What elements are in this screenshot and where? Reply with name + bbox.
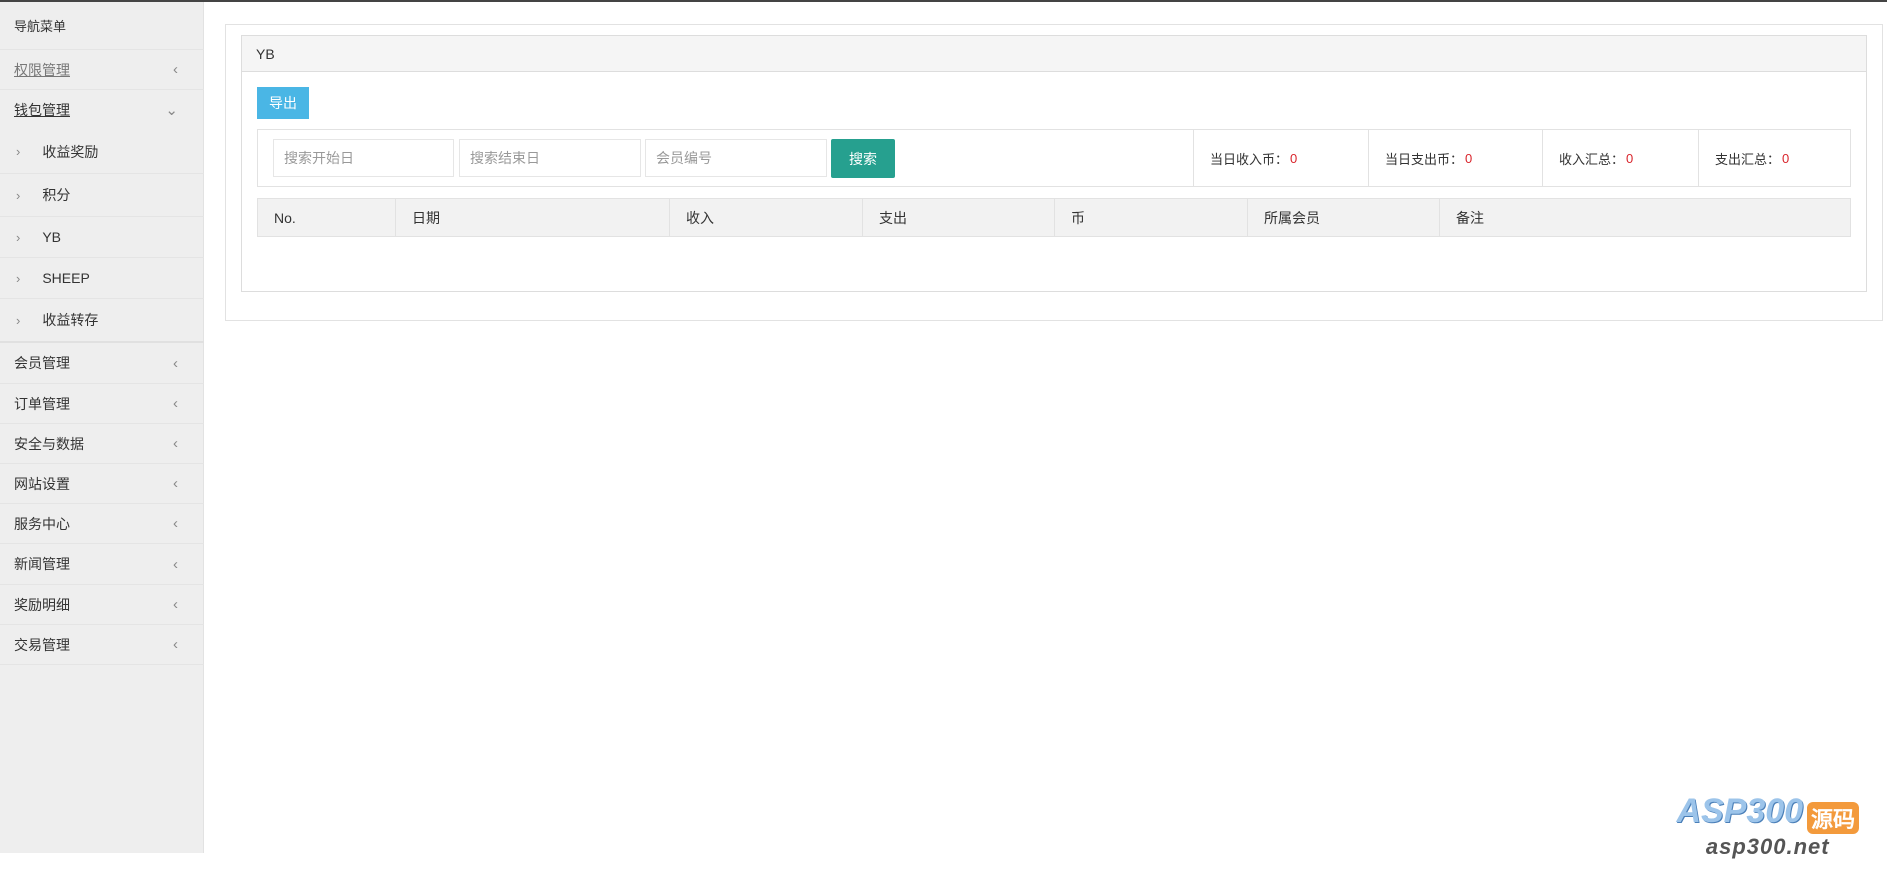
sidebar: 导航菜单 权限管理 ‹ 钱包管理 ⌄ › 收益奖励 › 积分 › YB › SHEEP › 收… <box>0 2 204 853</box>
sidebar-item-label: 钱包管理 <box>14 102 70 118</box>
sidebar-subitem-sheep[interactable]: › SHEEP <box>0 258 204 299</box>
sidebar-item-members[interactable]: 会员管理 ‹ <box>0 343 204 384</box>
stat-today-expense: 当日支出币： 0 <box>1368 129 1542 187</box>
sidebar-item-rewards[interactable]: 奖励明细 ‹ <box>0 585 204 625</box>
stat-value: 0 <box>1782 150 1790 166</box>
export-button[interactable]: 导出 <box>257 87 309 119</box>
sidebar-subitem-label: 收益奖励 <box>42 143 99 160</box>
stat-value: 0 <box>1290 150 1298 166</box>
stat-income-total: 收入汇总： 0 <box>1542 129 1698 187</box>
chevron-right-icon: › <box>16 270 21 286</box>
stat-label: 支出汇总： <box>1715 151 1781 167</box>
watermark-logo-text: ASP300 <box>1676 791 1804 830</box>
chevron-left-icon: ‹ <box>173 636 178 653</box>
search-button[interactable]: 搜索 <box>831 139 895 178</box>
watermark-url: asp300.net <box>1705 834 1830 859</box>
chevron-right-icon: › <box>16 144 21 159</box>
watermark-logo: ASP300 源码 asp300.net <box>1676 792 1859 860</box>
stat-value: 0 <box>1626 150 1634 166</box>
sidebar-subitem-label: 收益转存 <box>42 312 99 328</box>
stat-today-income: 当日收入币： 0 <box>1193 129 1368 187</box>
sidebar-item-trading[interactable]: 交易管理 ‹ <box>0 625 204 665</box>
sidebar-item-label: 新闻管理 <box>14 556 70 572</box>
sidebar-title: 导航菜单 <box>0 2 204 50</box>
sidebar-item-wallet[interactable]: 钱包管理 ⌄ <box>0 90 204 130</box>
sidebar-subitem-label: 积分 <box>42 187 71 203</box>
sidebar-subitem-earnings[interactable]: › 收益奖励 <box>0 130 204 174</box>
sidebar-subitem-yb[interactable]: › YB <box>0 217 204 258</box>
sidebar-item-label: 订单管理 <box>14 395 70 412</box>
chevron-right-icon: › <box>16 229 21 245</box>
column-expense: 支出 <box>863 199 1055 236</box>
watermark-tag: 源码 <box>1806 802 1859 834</box>
sidebar-item-security[interactable]: 安全与数据 ‹ <box>0 424 204 464</box>
stat-expense-total: 支出汇总： 0 <box>1698 129 1851 187</box>
sidebar-subitem-transfer[interactable]: › 收益转存 <box>0 299 204 343</box>
chevron-down-icon: ⌄ <box>165 102 178 119</box>
start-date-input[interactable]: 搜索开始日 <box>273 139 454 177</box>
sidebar-subitem-label: YB <box>42 229 62 245</box>
panel-title: YB <box>241 35 1867 72</box>
sidebar-subitem-label: SHEEP <box>42 270 90 286</box>
chevron-left-icon: ‹ <box>173 515 178 532</box>
sidebar-item-news[interactable]: 新闻管理 ‹ <box>0 544 204 585</box>
column-date: 日期 <box>396 199 670 236</box>
chevron-left-icon: ‹ <box>173 555 178 573</box>
member-id-input[interactable]: 会员编号 <box>645 139 827 177</box>
stat-value: 0 <box>1465 150 1473 166</box>
chevron-left-icon: ‹ <box>173 596 178 613</box>
sidebar-item-label: 网站设置 <box>14 475 70 492</box>
sidebar-item-service[interactable]: 服务中心 ‹ <box>0 504 204 544</box>
chevron-left-icon: ‹ <box>173 61 178 78</box>
sidebar-item-label: 服务中心 <box>14 515 70 532</box>
sidebar-item-label: 权限管理 <box>14 61 70 78</box>
sidebar-item-label: 交易管理 <box>14 636 70 653</box>
chevron-right-icon: › <box>16 312 21 328</box>
sidebar-item-label: 奖励明细 <box>14 596 70 613</box>
column-member: 所属会员 <box>1248 199 1440 236</box>
sidebar-item-label: 会员管理 <box>14 355 70 371</box>
sidebar-item-permissions[interactable]: 权限管理 ‹ <box>0 50 204 90</box>
stat-label: 收入汇总： <box>1559 151 1625 167</box>
table-header: No. 日期 收入 支出 币 所属会员 备注 <box>257 198 1851 237</box>
chevron-left-icon: ‹ <box>173 475 178 492</box>
column-income: 收入 <box>670 199 863 236</box>
sidebar-item-orders[interactable]: 订单管理 ‹ <box>0 384 204 424</box>
chevron-left-icon: ‹ <box>173 354 178 372</box>
stat-label: 当日收入币： <box>1210 151 1289 167</box>
chevron-left-icon: ‹ <box>173 435 178 452</box>
end-date-input[interactable]: 搜索结束日 <box>459 139 641 177</box>
stat-label: 当日支出币： <box>1385 151 1464 167</box>
sidebar-subitem-points[interactable]: › 积分 <box>0 174 204 217</box>
column-remark: 备注 <box>1456 209 1484 226</box>
column-coin: 币 <box>1055 199 1248 236</box>
chevron-right-icon: › <box>16 187 21 203</box>
column-no: No. <box>258 199 396 236</box>
sidebar-item-label: 安全与数据 <box>14 435 84 452</box>
chevron-left-icon: ‹ <box>173 395 178 412</box>
sidebar-item-site-settings[interactable]: 网站设置 ‹ <box>0 464 204 504</box>
